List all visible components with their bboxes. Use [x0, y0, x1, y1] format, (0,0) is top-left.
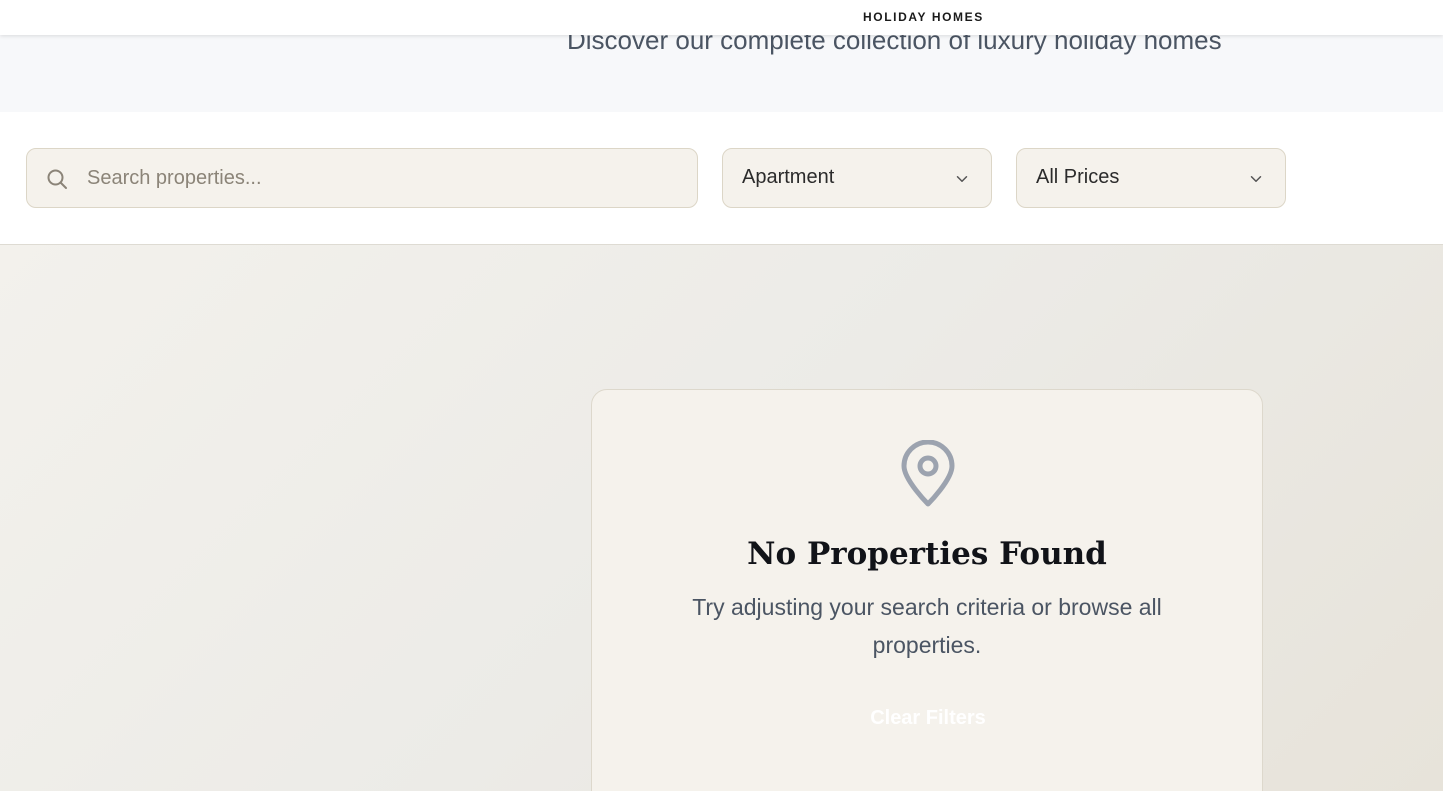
search-icon — [47, 169, 67, 189]
price-select[interactable]: All Prices — [1016, 148, 1286, 208]
brand-logo[interactable]: HOLIDAY HOMES — [863, 10, 984, 24]
property-type-select[interactable]: Apartment — [722, 148, 992, 208]
results-area: No Properties Found Try adjusting your s… — [0, 245, 1443, 791]
clear-filters-button[interactable]: Clear Filters — [848, 698, 1008, 738]
empty-state-title: No Properties Found — [747, 536, 1107, 572]
top-header: HOLIDAY HOMES — [0, 0, 1443, 35]
search-input[interactable] — [87, 149, 677, 207]
page: Discover our complete collection of luxu… — [0, 0, 1443, 791]
chevron-down-icon — [956, 176, 968, 182]
search-box[interactable] — [26, 148, 698, 208]
empty-state-description: Try adjusting your search criteria or br… — [692, 594, 1162, 658]
map-pin-icon — [901, 440, 955, 507]
price-value: All Prices — [1036, 166, 1120, 188]
filter-bar: Apartment All Prices — [0, 112, 1443, 245]
empty-state-card: No Properties Found Try adjusting your s… — [591, 389, 1263, 791]
chevron-down-icon — [1250, 176, 1262, 182]
property-type-value: Apartment — [742, 166, 835, 188]
